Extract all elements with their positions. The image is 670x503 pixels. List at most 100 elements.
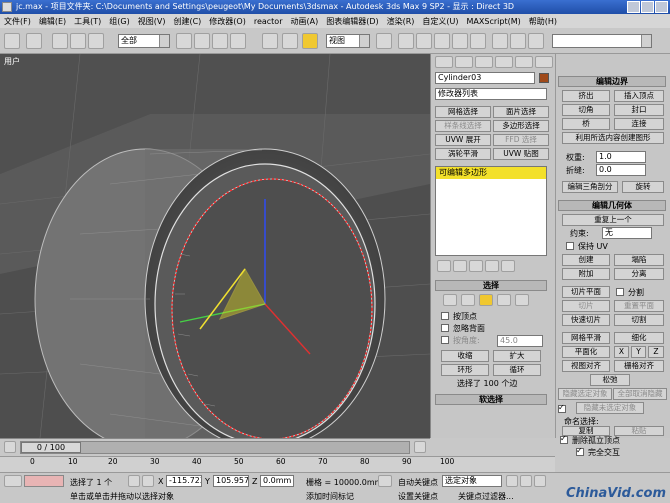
utilities-tab-icon[interactable]	[535, 56, 553, 68]
vertex-mode-icon[interactable]	[443, 294, 457, 306]
motion-tab-icon[interactable]	[495, 56, 513, 68]
prev-frame-icon[interactable]	[4, 441, 16, 453]
close-button[interactable]	[655, 1, 668, 13]
collapse-button[interactable]: 塌陷	[614, 254, 664, 266]
border-mode-icon[interactable]	[479, 294, 493, 306]
view-align-button[interactable]: 视图对齐	[562, 360, 610, 372]
by-angle-checkbox[interactable]	[441, 336, 449, 344]
ref-coord-dropdown[interactable]: 视图	[326, 34, 370, 48]
viewport-label[interactable]: 用户	[4, 56, 20, 67]
z-coord-field[interactable]: 0.0mm	[260, 475, 294, 487]
snap-toggle-icon[interactable]	[416, 33, 432, 49]
go-to-end-icon[interactable]	[534, 475, 546, 487]
add-time-tag-label[interactable]: 添加时间标记	[306, 491, 354, 502]
constraint-dropdown[interactable]: 无	[602, 227, 652, 239]
pin-stack-icon[interactable]	[437, 260, 451, 272]
hide-unselected-button[interactable]: 隐藏未选定对象	[576, 402, 644, 414]
planar-z-button[interactable]: Z	[648, 346, 664, 358]
ignore-backfaces-checkbox[interactable]	[441, 324, 449, 332]
key-mode-icon[interactable]	[378, 475, 392, 487]
scale-icon[interactable]	[302, 33, 318, 49]
menu-maxscript[interactable]: MAXScript(M)	[463, 17, 525, 26]
repeat-last-button[interactable]: 重复上一个	[562, 214, 664, 226]
show-end-result-icon[interactable]	[453, 260, 467, 272]
menu-help[interactable]: 帮助(H)	[525, 16, 561, 27]
app-icon[interactable]	[2, 2, 12, 12]
grid-align-button[interactable]: 栅格对齐	[614, 360, 664, 372]
preserve-uv-checkbox[interactable]	[566, 242, 574, 250]
lock-selection-icon[interactable]	[128, 475, 140, 487]
configure-sets-icon[interactable]	[501, 260, 515, 272]
unhide-all-button[interactable]: 全部取消隐藏	[613, 388, 667, 400]
unlink-icon[interactable]	[70, 33, 86, 49]
reset-plane-button[interactable]: 重置平面	[614, 300, 664, 312]
extrude-button[interactable]: 挤出	[562, 90, 610, 102]
planar-y-button[interactable]: Y	[631, 346, 646, 358]
select-by-name-icon[interactable]	[194, 33, 210, 49]
cut-button[interactable]: 切割	[614, 314, 664, 326]
make-planar-button[interactable]: 平面化	[562, 346, 610, 358]
maxscript-listener-icon[interactable]	[4, 475, 22, 487]
angle-snap-icon[interactable]	[434, 33, 450, 49]
pivot-icon[interactable]	[376, 33, 392, 49]
tessellate-button[interactable]: 细化	[614, 332, 664, 344]
delete-isolated-checkbox[interactable]	[558, 403, 566, 413]
viewport-user[interactable]: 用户	[0, 54, 430, 438]
modifier-list-dropdown[interactable]: 修改器列表	[435, 88, 547, 100]
turbosmooth-button[interactable]: 涡轮平滑	[435, 148, 491, 160]
slice-button[interactable]: 切片	[562, 300, 610, 312]
planar-x-button[interactable]: X	[614, 346, 629, 358]
minimize-button[interactable]	[627, 1, 640, 13]
go-to-start-icon[interactable]	[506, 475, 518, 487]
display-tab-icon[interactable]	[515, 56, 533, 68]
create-shape-button[interactable]: 利用所选内容创建图形	[562, 132, 664, 144]
named-selection-dropdown[interactable]	[552, 34, 652, 48]
menu-file[interactable]: 文件(F)	[0, 16, 35, 27]
attach-button[interactable]: 附加	[562, 268, 610, 280]
window-crossing-icon[interactable]	[230, 33, 246, 49]
autokey-label[interactable]: 自动关键点	[398, 477, 438, 488]
time-slider-thumb[interactable]: 0 / 100	[21, 442, 81, 453]
time-slider-track[interactable]: 0 / 100	[20, 441, 410, 454]
make-unique-icon[interactable]	[469, 260, 483, 272]
menu-graph-editors[interactable]: 图表编辑器(D)	[322, 16, 382, 27]
rotate-icon[interactable]	[282, 33, 298, 49]
spinner-snap-icon[interactable]	[470, 33, 486, 49]
play-icon[interactable]	[520, 475, 532, 487]
chamfer-button[interactable]: 切角	[562, 104, 610, 116]
unwrap-uvw-button[interactable]: UVW 展开	[435, 134, 491, 146]
create-tab-icon[interactable]	[435, 56, 453, 68]
edit-geometry-rollout-header[interactable]: 编辑几何体	[558, 200, 666, 211]
remove-modifier-icon[interactable]	[485, 260, 499, 272]
ring-button[interactable]: 环形	[441, 364, 489, 376]
cap-button[interactable]: 封口	[614, 104, 664, 116]
menu-views[interactable]: 视图(V)	[134, 16, 170, 27]
edge-mode-icon[interactable]	[461, 294, 475, 306]
menu-group[interactable]: 组(G)	[105, 16, 133, 27]
named-sel-icon[interactable]	[492, 33, 508, 49]
select-object-icon[interactable]	[176, 33, 192, 49]
next-frame-icon[interactable]	[414, 441, 426, 453]
maximize-button[interactable]	[641, 1, 654, 13]
selection-rollout-header[interactable]: 选择	[435, 280, 547, 291]
paste-button[interactable]: 粘贴	[614, 426, 664, 436]
select-manipulate-icon[interactable]	[398, 33, 414, 49]
x-coord-field[interactable]: -115.723m	[166, 475, 202, 487]
create-button[interactable]: 创建	[562, 254, 610, 266]
shrink-button[interactable]: 收缩	[441, 350, 489, 362]
quickslice-button[interactable]: 快速切片	[562, 314, 610, 326]
polygon-mode-icon[interactable]	[497, 294, 511, 306]
delete-isolated-vertices-checkbox[interactable]	[560, 434, 568, 444]
undo-icon[interactable]	[4, 33, 20, 49]
mirror-icon[interactable]	[510, 33, 526, 49]
split-checkbox[interactable]	[616, 288, 624, 296]
setkey-label[interactable]: 设置关键点	[398, 491, 438, 502]
mesh-select-button[interactable]: 网格选择	[435, 106, 491, 118]
ffd-select-button[interactable]: FFD 选择	[493, 134, 549, 146]
track-bar[interactable]: 0 10 20 30 40 50 60 70 80 90 100	[0, 403, 566, 472]
hierarchy-tab-icon[interactable]	[475, 56, 493, 68]
modify-tab-icon[interactable]	[455, 56, 473, 68]
align-icon[interactable]	[528, 33, 544, 49]
hide-selected-button[interactable]: 隐藏选定对象	[558, 388, 612, 400]
soft-selection-rollout-header[interactable]: 软选择	[435, 394, 547, 405]
